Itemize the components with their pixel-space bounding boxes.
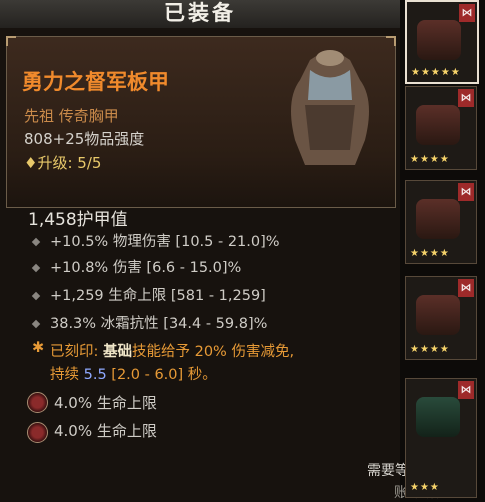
chest-armor-icon bbox=[416, 105, 460, 145]
item-name: 勇力之督军板甲 bbox=[22, 70, 169, 94]
slot-stars: ★★★ bbox=[410, 482, 440, 493]
affix-line: +1,259 生命上限 [581 - 1,259] bbox=[50, 288, 266, 304]
aspect-star-icon: ✱ bbox=[32, 340, 45, 356]
equipment-slot[interactable]: ⋈ ★★★★ bbox=[405, 276, 477, 360]
slot-stars: ★★★★ bbox=[410, 344, 450, 355]
upgrade-label: 升级 bbox=[37, 154, 68, 172]
affix-line: +10.8% 伤害 [6.6 - 15.0]% bbox=[50, 260, 242, 276]
equipment-slot[interactable]: ⋈ ★★★★ bbox=[405, 180, 477, 264]
upgrade-value: 5/5 bbox=[77, 154, 102, 172]
equipment-slot[interactable]: ⋈ ★★★ bbox=[405, 378, 477, 498]
corner-ornament bbox=[6, 36, 16, 46]
slot-stars: ★★★★ bbox=[410, 248, 450, 259]
gem-line: 4.0% 生命上限 bbox=[54, 422, 157, 440]
affix-line: +10.5% 物理伤害 [10.5 - 21.0]% bbox=[50, 234, 280, 250]
equipment-slot[interactable]: ⋈ ★★★★ bbox=[405, 86, 477, 170]
upgrade-badge-icon: ⋈ bbox=[458, 89, 474, 107]
affix-line: 38.3% 冰霜抗性 [34.4 - 59.8]% bbox=[50, 316, 268, 332]
upgrade-badge-icon: ⋈ bbox=[458, 279, 474, 297]
header-bar: 已装备 bbox=[0, 0, 400, 29]
upgrade-badge-icon: ⋈ bbox=[458, 183, 474, 201]
legs-icon bbox=[416, 397, 460, 437]
armor-value: 1,458护甲值 bbox=[28, 210, 128, 230]
item-power: 808+25物品强度 bbox=[24, 130, 145, 148]
equipment-slot[interactable]: ⋈ ★★★★★ bbox=[405, 0, 479, 84]
gloves-icon bbox=[416, 199, 460, 239]
ruby-gem-icon bbox=[27, 392, 48, 413]
aspect-line-2: 持续 5.5 [2.0 - 6.0] 秒。 bbox=[50, 367, 217, 383]
helm-icon bbox=[417, 20, 461, 60]
item-type: 先祖 传奇胸甲 bbox=[24, 107, 119, 125]
chest-armor-image bbox=[291, 50, 369, 165]
aspect-line-1: 已刻印: 基础技能给予 20% 伤害减免, bbox=[50, 344, 295, 360]
boots-icon bbox=[416, 295, 460, 335]
upgrade-badge-icon: ⋈ bbox=[458, 381, 474, 399]
slot-stars: ★★★★★ bbox=[411, 67, 461, 78]
corner-ornament bbox=[386, 36, 396, 46]
ruby-gem-icon bbox=[27, 422, 48, 443]
header-title: 已装备 bbox=[164, 1, 236, 25]
slot-stars: ★★★★ bbox=[410, 154, 450, 165]
item-upgrade: ♦升级: 5/5 bbox=[24, 154, 102, 172]
upgrade-badge-icon: ⋈ bbox=[459, 4, 475, 22]
gem-line: 4.0% 生命上限 bbox=[54, 394, 157, 412]
